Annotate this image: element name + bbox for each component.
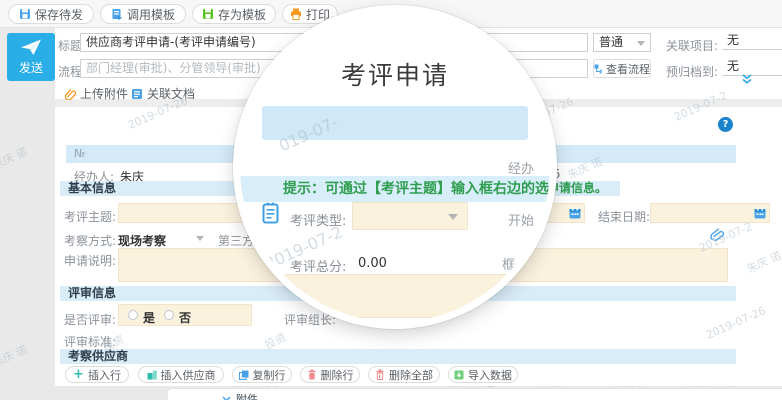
upload-attachment-label: 上传附件 [80,85,128,102]
chevron-down-icon [637,41,645,46]
lens-watermark-layer: 019-07- 2019-07-2 [240,12,550,322]
paperclip-icon[interactable] [709,226,726,243]
delete-all-button[interactable]: 删除全部 [368,366,440,383]
related-doc-link[interactable]: 关联文档 [131,85,195,102]
plus-icon: + [73,368,84,381]
column-header: 上次评分日期 [676,383,736,387]
chevron-down-icon [222,396,231,400]
import-data-button[interactable]: 导入数据 [448,366,518,383]
section-suppliers-label: 考察供应商 [68,349,128,363]
chevron-down-icon[interactable] [196,236,204,241]
upload-attachment-link[interactable]: 上传附件 [64,85,128,102]
save-pending-label: 保存待发 [35,6,83,23]
watermark-text: 2019-07-2 [262,222,345,273]
attachment-label: 附件 [236,391,258,400]
review-flag-label: 是否评审: [64,311,116,328]
prearchive-label: 预归档到: [666,63,718,80]
column-header: 供应商名称 [233,383,283,387]
review-flag-field: 是 否 [118,304,252,326]
end-date-input[interactable] [650,203,770,223]
import-data-label: 导入数据 [468,367,512,383]
insert-supplier-button[interactable]: 插入供应商 [138,366,224,383]
tip-fragment: 申请信息。 [547,181,607,195]
delete-row-label: 删除行 [321,367,354,383]
attachment-panel: 附件 [168,388,782,400]
watermark-text: 019-07- [276,113,341,156]
form-number-label: № [74,147,85,160]
calendar-icon [754,207,766,219]
magnifier-lens: 考评申请 经办 提示：可通过【考评主题】输入框右边的选择按钮 考评类型: 开始 … [240,12,550,322]
load-template-label: 调用模板 [127,6,175,23]
watermark-text: 朱庆 诺 [0,341,30,370]
supplier-icon [147,370,157,380]
load-template-button[interactable]: 调用模板 [100,4,186,24]
method-label: 考察方式: [64,232,116,249]
priority-select[interactable]: 普通 [593,33,651,52]
help-glyph: ? [723,119,729,130]
radio-no-label[interactable]: 否 [179,309,191,326]
priority-value: 普通 [599,35,623,49]
save-as-icon [202,8,214,20]
column-header: 地区 [541,383,561,387]
subject-label: 考评主题: [64,208,116,225]
document-icon [131,88,143,100]
related-doc-label: 关联文档 [147,85,195,102]
view-flow-label: 查看流程 [606,61,650,77]
delete-all-label: 删除全部 [389,367,433,383]
help-icon[interactable]: ? [718,117,733,132]
lens-content: 考评申请 经办 提示：可通过【考评主题】输入框右边的选择按钮 考评类型: 开始 … [240,12,550,322]
flow-value: 部门经理(审批)、分管领导(审批) [86,61,261,75]
flow-icon [594,64,602,74]
trash-icon [307,369,317,380]
watermark-text: 朱庆 诺 [0,143,30,172]
trash-all-icon [375,369,385,380]
section-suppliers: 考察供应商 [60,349,736,364]
section-basic-label: 基本信息 [68,181,116,195]
description-label: 申请说明: [64,252,116,269]
delete-row-button[interactable]: 删除行 [300,366,360,383]
end-date-label: 结束日期: [598,208,650,225]
collapse-chevrons-icon[interactable] [741,74,753,85]
import-icon [454,370,464,380]
radio-yes-label[interactable]: 是 [143,309,155,326]
insert-row-button[interactable]: + 插入行 [65,366,129,383]
section-review-label: 评审信息 [68,286,116,300]
prearchive-value: 无 [727,59,739,73]
copy-row-label: 复制行 [253,367,286,383]
paper-plane-icon [20,38,42,56]
standard-label: 评审标准: [64,333,116,350]
related-project-value: 无 [727,33,739,47]
calendar-icon [569,207,581,219]
save-icon [19,8,31,20]
copy-icon [239,370,249,380]
send-button[interactable]: 发送 [7,33,55,81]
copy-row-button[interactable]: 复制行 [232,366,292,383]
view-flow-button[interactable]: 查看流程 [593,59,651,78]
method-value: 现场考察 [118,232,166,249]
save-pending-button[interactable]: 保存待发 [8,4,94,24]
column-header: 供应商编号 [446,383,496,387]
paperclip-icon [64,88,76,100]
insert-supplier-label: 插入供应商 [161,367,216,383]
related-project-label: 关联项目: [666,37,718,54]
send-label: 发送 [19,59,43,76]
radio-yes[interactable] [128,310,138,320]
app-window: 保存待发 调用模板 存为模板 打印 发送 标题: 供应商考评申请-(考评申请编号… [0,0,782,400]
column-header: 上次评分 [606,383,646,387]
title-value: 供应商考评申请-(考评申请编号) [86,35,256,49]
radio-no[interactable] [164,310,174,320]
supplier-table-header: 供应商名称 供应商编号 地区 上次评分 上次评分日期 备注 [60,383,736,387]
attachment-toggle[interactable]: 附件 [222,391,258,400]
related-project-field[interactable]: 无 [722,31,782,50]
insert-row-label: 插入行 [88,367,121,383]
template-icon [111,8,123,20]
